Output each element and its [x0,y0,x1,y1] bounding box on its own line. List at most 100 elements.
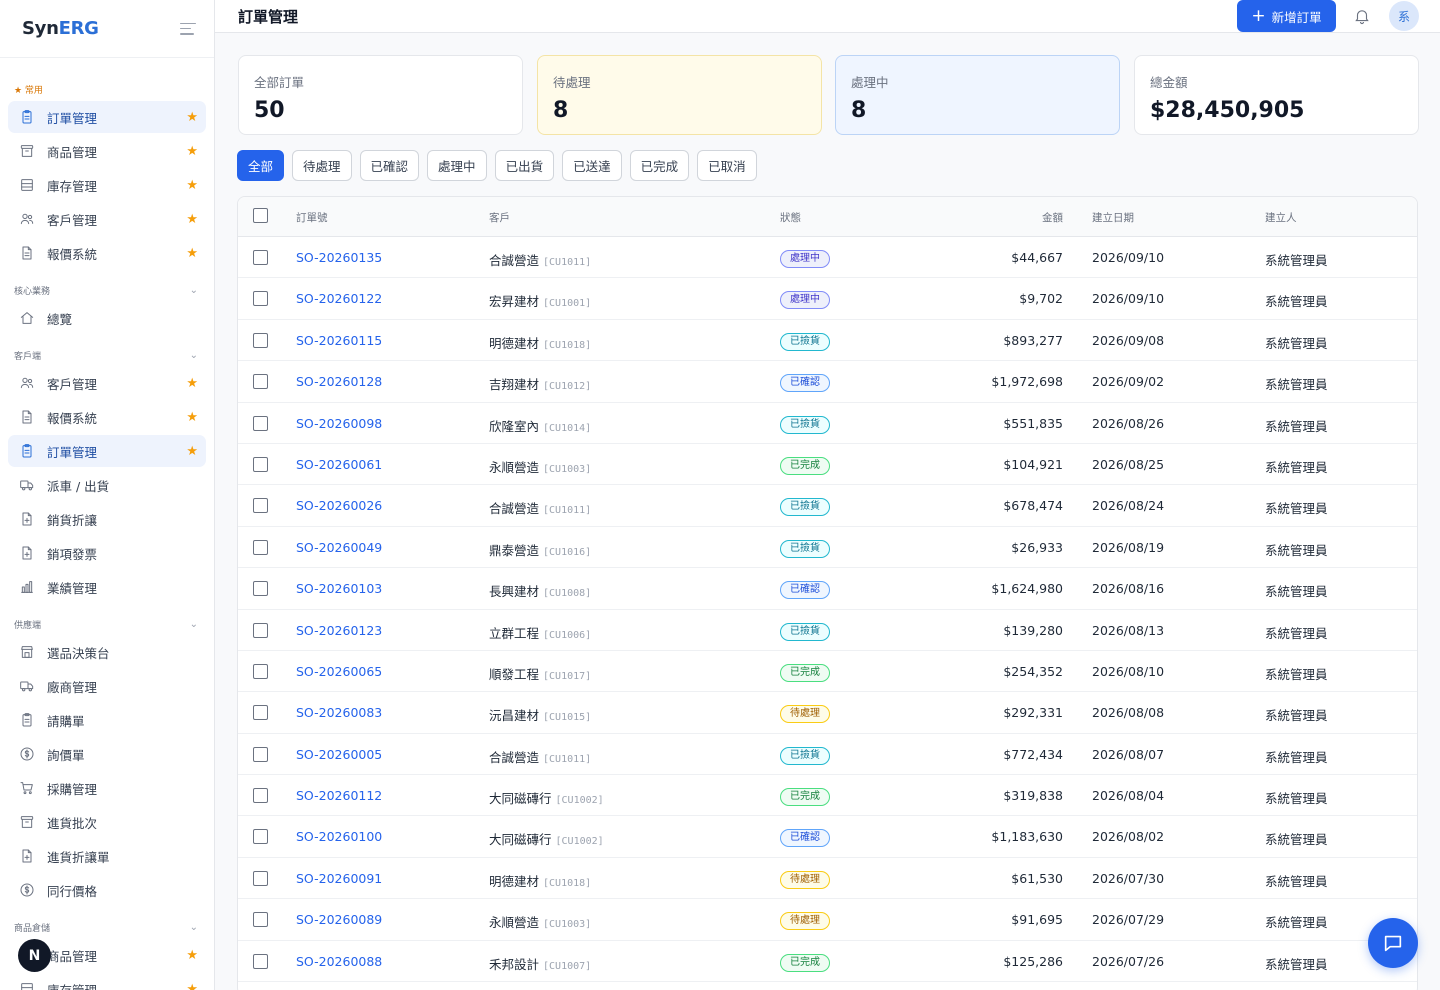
filter-tab[interactable]: 已完成 [629,150,690,181]
order-number-link[interactable]: SO-20260115 [296,333,382,348]
star-icon[interactable]: ★ [186,444,198,459]
table-row[interactable]: SO-20260065 順發工程 [CU1017] 已完成 $254,352 2026/0… [238,651,1417,693]
table-row[interactable]: SO-20260061 永順營造 [CU1003] 已完成 $104,921 2026/0… [238,444,1417,486]
sidebar-item[interactable]: 銷貨折讓 [8,503,206,535]
order-number-link[interactable]: SO-20260089 [296,912,382,927]
sidebar-item[interactable]: 進貨折讓單 [8,840,206,872]
sidebar-item[interactable]: 同行價格 [8,874,206,906]
chevron-down-icon[interactable]: ⌄ [190,350,198,361]
order-number-link[interactable]: SO-20260049 [296,540,382,555]
sidebar-item[interactable]: 總覽 [8,302,206,334]
sidebar-section-header[interactable]: 供應端 ⌄ [0,613,214,635]
avatar[interactable]: 系 [1389,1,1419,31]
row-checkbox[interactable] [253,291,268,307]
row-checkbox[interactable] [253,953,268,969]
col-creator[interactable]: 建立人 [1265,210,1297,225]
order-number-link[interactable]: SO-20260128 [296,374,382,389]
table-row[interactable]: SO-20260123 立群工程 [CU1006] 已撿貨 $139,280 2026/0… [238,610,1417,651]
row-checkbox[interactable] [253,663,268,679]
filter-tab[interactable]: 處理中 [427,150,487,181]
table-row[interactable]: SO-20260135 合誠營造 [CU1011] 處理中 $44,667 2026/09… [238,237,1417,279]
star-icon[interactable]: ★ [186,948,198,963]
sidebar-item[interactable]: 訂單管理 ★ [8,101,206,133]
sidebar-item[interactable]: 業績管理 [8,571,206,603]
brand-logo[interactable]: SynERG [22,18,99,39]
table-row[interactable]: SO-20260115 明德建材 [CU1018] 已撿貨 $893,277 2026/0… [238,320,1417,362]
filter-tab[interactable]: 已確認 [359,150,420,181]
sidebar-item[interactable]: 銷項發票 [8,537,206,569]
order-number-link[interactable]: SO-20260005 [296,747,382,762]
table-row[interactable]: SO-20260091 明德建材 [CU1018] 待處理 $61,530 2026/07… [238,858,1417,900]
star-icon[interactable]: ★ [186,982,198,990]
row-checkbox[interactable] [253,870,268,886]
sidebar-item[interactable]: 庫存管理 ★ [8,973,206,990]
row-checkbox[interactable] [253,829,268,845]
filter-tab[interactable]: 已送達 [562,150,622,181]
order-number-link[interactable]: SO-20260123 [296,623,382,638]
table-row[interactable]: SO-20260089 永順營造 [CU1003] 待處理 $91,695 2026/07… [238,899,1417,941]
row-checkbox[interactable] [253,746,268,762]
order-number-link[interactable]: SO-20260103 [296,581,382,596]
star-icon[interactable]: ★ [186,376,198,391]
sidebar-section-header[interactable]: 客戶端 ⌄ [0,344,214,366]
row-checkbox[interactable] [253,622,268,638]
row-checkbox[interactable] [253,415,268,431]
star-icon[interactable]: ★ [186,110,198,125]
sidebar-item[interactable]: 庫存管理 ★ [8,169,206,201]
table-row[interactable]: SO-20260128 吉翔建材 [CU1012] 已確認 $1,972,698 2026… [238,361,1417,403]
row-checkbox[interactable] [253,374,268,390]
sidebar-item[interactable]: 客戶管理 ★ [8,203,206,235]
star-icon[interactable]: ★ [186,410,198,425]
menu-collapse-icon[interactable] [180,22,196,35]
sidebar-section-header[interactable]: 核心業務 ⌄ [0,279,214,301]
sidebar-item[interactable]: 廠商管理 [8,670,206,702]
sidebar-item[interactable]: 詢價單 [8,738,206,770]
sidebar-item[interactable]: 派車 / 出貨 [8,469,206,501]
star-icon[interactable]: ★ [186,178,198,193]
sidebar-item[interactable]: 選品決策台 [8,636,206,668]
sidebar-item[interactable]: 進貨批次 [8,806,206,838]
sidebar-item[interactable]: 商品管理 ★ [8,135,206,167]
order-number-link[interactable]: SO-20260088 [296,954,382,969]
table-row[interactable]: SO-20260100 大同磁磚行 [CU1002] 已確認 $1,183,630 202… [238,816,1417,858]
order-number-link[interactable]: SO-20260061 [296,457,382,472]
sidebar-item[interactable]: 報價系統 ★ [8,401,206,433]
n-badge-icon[interactable]: N [18,939,51,972]
chat-icon[interactable] [1368,918,1418,968]
table-row[interactable]: SO-20260103 長興建材 [CU1008] 已確認 $1,624,980 2026… [238,568,1417,610]
chevron-down-icon[interactable]: ⌄ [190,285,198,296]
table-row[interactable]: SO-20260083 沅昌建材 [CU1015] 待處理 $292,331 2026/0… [238,692,1417,734]
sidebar-item[interactable]: 請購單 [8,704,206,736]
table-row[interactable]: SO-20260005 合誠營造 [CU1011] 已撿貨 $772,434 2026/0… [238,734,1417,776]
table-row[interactable]: SO-20260112 大同磁磚行 [CU1002] 已完成 $319,838 2026/… [238,775,1417,817]
col-order[interactable]: 訂單號 [296,210,328,225]
table-row[interactable]: SO-20260026 合誠營造 [CU1011] 已撿貨 $678,474 2026/0… [238,485,1417,527]
order-number-link[interactable]: SO-20260083 [296,705,382,720]
chevron-down-icon[interactable]: ⌄ [190,922,198,933]
filter-tab[interactable]: 已出貨 [494,150,555,181]
row-checkbox[interactable] [253,456,268,472]
row-checkbox[interactable] [253,705,268,721]
star-icon[interactable]: ★ [186,144,198,159]
table-row[interactable]: SO-20260122 宏昇建材 [CU1001] 處理中 $9,702 2026/09/… [238,278,1417,320]
sidebar-item[interactable]: 客戶管理 ★ [8,367,206,399]
row-checkbox[interactable] [253,250,268,265]
table-row[interactable]: SO-20260049 鼎泰營造 [CU1016] 已撿貨 $26,933 2026/08… [238,527,1417,569]
row-checkbox[interactable] [253,581,268,597]
row-checkbox[interactable] [253,332,268,348]
new-order-button[interactable]: + 新增訂單 [1237,0,1336,32]
sidebar-item[interactable]: 採購管理 [8,772,206,804]
col-amount[interactable]: 金額 [1042,210,1063,225]
star-icon[interactable]: ★ [186,246,198,261]
col-date[interactable]: 建立日期 [1092,210,1134,225]
order-number-link[interactable]: SO-20260135 [296,250,382,265]
col-customer[interactable]: 客戶 [489,210,510,225]
row-checkbox[interactable] [253,788,268,804]
sidebar-item[interactable]: 報價系統 ★ [8,237,206,269]
col-status[interactable]: 狀態 [780,210,801,225]
order-number-link[interactable]: SO-20260100 [296,829,382,844]
order-number-link[interactable]: SO-20260098 [296,416,382,431]
row-checkbox[interactable] [253,912,268,928]
sidebar-section-header[interactable]: 商品倉儲 ⌄ [0,916,214,938]
bell-icon[interactable] [1353,7,1371,25]
